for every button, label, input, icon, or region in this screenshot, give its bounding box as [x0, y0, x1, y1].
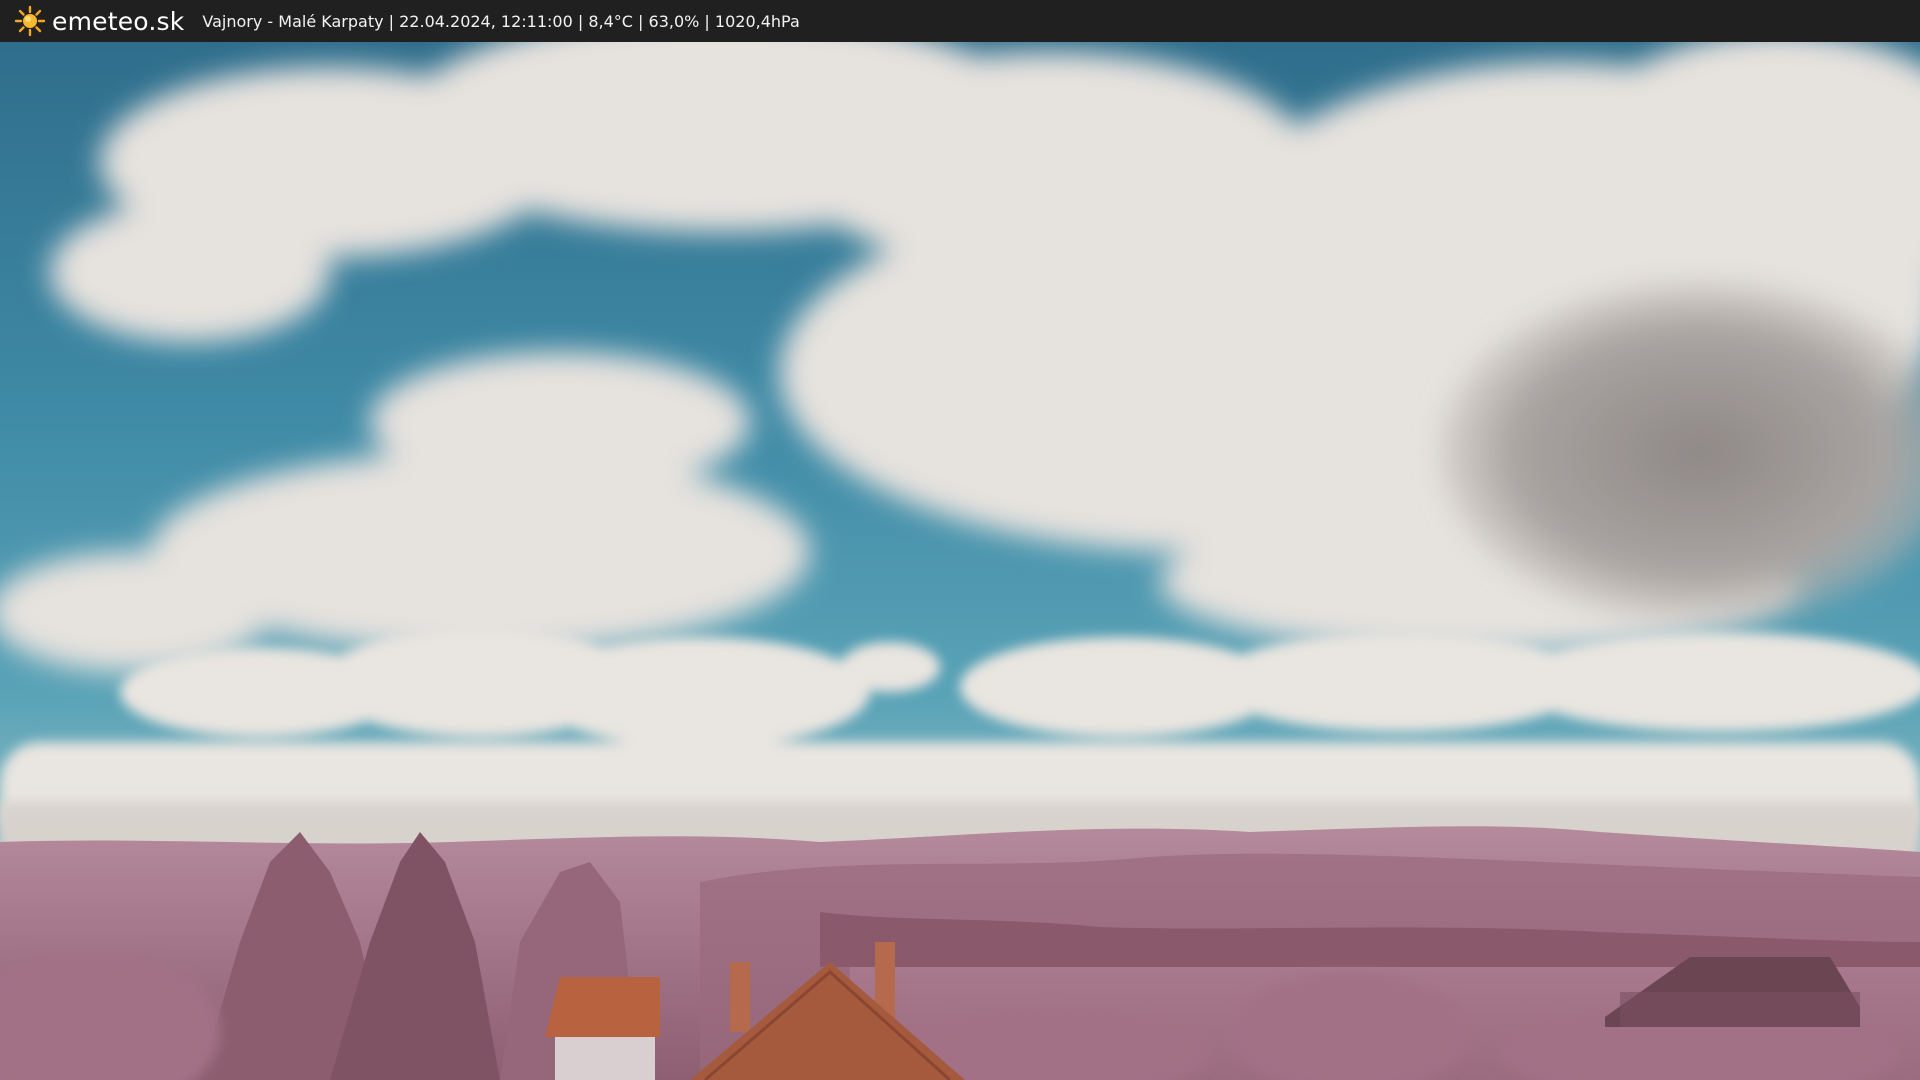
brand-name: emeteo.sk: [52, 6, 185, 36]
top-bar: emeteo.sk Vajnory - Malé Karpaty | 22.04…: [0, 0, 1920, 42]
house-left: [545, 977, 660, 1080]
webcam-caption: Vajnory - Malé Karpaty | 22.04.2024, 12:…: [202, 11, 800, 31]
sun-icon: [14, 5, 46, 37]
webcam-image: [0, 42, 1920, 1080]
brand[interactable]: emeteo.sk: [14, 5, 184, 37]
